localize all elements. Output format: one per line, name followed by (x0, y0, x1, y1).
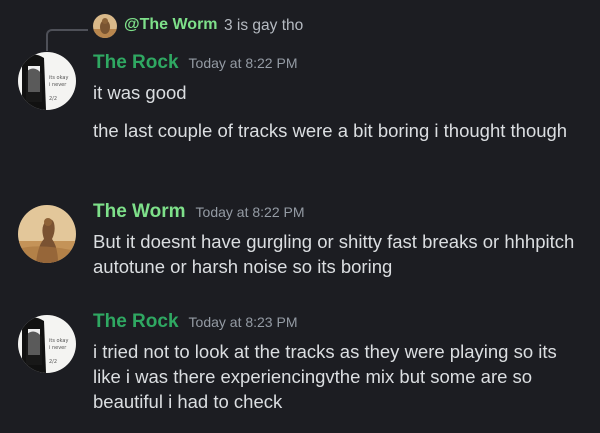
message-text: the last couple of tracks were a bit bor… (93, 120, 568, 141)
svg-text:2/2: 2/2 (49, 96, 57, 102)
reply-connector-line (46, 29, 88, 51)
svg-text:i never: i never (49, 345, 67, 351)
reply-author[interactable]: @The Worm (124, 16, 218, 34)
message-header: The Worm Today at 8:22 PM (93, 201, 305, 223)
svg-text:its okay: its okay (49, 338, 68, 344)
author-name[interactable]: The Rock (93, 311, 179, 332)
reply-text[interactable]: 3 is gay tho (224, 17, 303, 35)
svg-text:its okay: its okay (49, 75, 68, 81)
author-name[interactable]: The Worm (93, 201, 186, 222)
avatar[interactable]: its okay i never 2/2 (18, 315, 76, 373)
message-text: i tried not to look at the tracks as the… (93, 341, 557, 412)
svg-text:2/2: 2/2 (49, 359, 57, 365)
timestamp[interactable]: Today at 8:22 PM (189, 55, 298, 71)
avatar[interactable]: its okay i never 2/2 (18, 52, 76, 110)
message-text: But it doesnt have gurgling or shitty fa… (93, 231, 575, 277)
timestamp[interactable]: Today at 8:23 PM (189, 314, 298, 330)
chat-log: @The Worm 3 is gay tho its okay i never … (0, 0, 600, 433)
author-name[interactable]: The Rock (93, 52, 179, 73)
message-header: The Rock Today at 8:22 PM (93, 52, 297, 74)
svg-text:i never: i never (49, 82, 67, 88)
avatar[interactable] (18, 205, 76, 263)
message-header: The Rock Today at 8:23 PM (93, 311, 297, 333)
message-text: it was good (93, 82, 187, 103)
reply-avatar[interactable] (93, 14, 117, 38)
timestamp[interactable]: Today at 8:22 PM (196, 204, 305, 220)
